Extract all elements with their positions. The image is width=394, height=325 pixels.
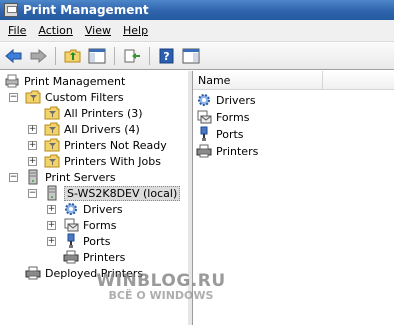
up-one-level-button[interactable] bbox=[62, 45, 84, 67]
list-item-label: Drivers bbox=[216, 93, 256, 107]
tree-label: All Printers (3) bbox=[64, 106, 143, 120]
export-list-button[interactable] bbox=[121, 45, 143, 67]
list-item-label: Ports bbox=[216, 127, 244, 141]
tree-label: Ports bbox=[83, 234, 111, 248]
tree-label: Printers bbox=[83, 250, 126, 264]
collapse-print-servers-toggle[interactable]: − bbox=[9, 173, 18, 182]
deployed-printers-icon bbox=[25, 265, 41, 281]
menu-view[interactable]: View bbox=[81, 24, 119, 37]
list-item-label: Forms bbox=[216, 110, 250, 124]
tree-label: Deployed Printers bbox=[45, 266, 144, 280]
tree-item-server-local[interactable]: S-WS2K8DEV (local) bbox=[44, 185, 181, 201]
tree-label: Drivers bbox=[83, 202, 123, 216]
tree-item-print-servers[interactable]: Print Servers bbox=[25, 169, 116, 185]
collapse-custom-filters-toggle[interactable]: − bbox=[9, 93, 18, 102]
tree-item-custom-filters[interactable]: Custom Filters bbox=[25, 89, 124, 105]
printer-icon bbox=[63, 249, 79, 265]
print-management-icon bbox=[4, 73, 20, 89]
show-hide-action-pane-button[interactable] bbox=[180, 45, 202, 67]
tree-label: Forms bbox=[83, 218, 117, 232]
svg-text:?: ? bbox=[163, 50, 169, 63]
tree-label: Custom Filters bbox=[45, 90, 124, 104]
filter-folder-icon bbox=[44, 137, 60, 153]
filter-folder-icon bbox=[25, 89, 41, 105]
toolbar-separator bbox=[114, 46, 115, 65]
tree-item-forms[interactable]: Forms bbox=[63, 217, 116, 233]
collapse-server-toggle[interactable]: − bbox=[28, 189, 37, 198]
printer-icon bbox=[196, 143, 212, 159]
list-item-ports[interactable]: Ports bbox=[196, 126, 244, 142]
server-icon bbox=[25, 169, 41, 185]
main-panes: Print Management − Custom Filters All Pr… bbox=[0, 71, 394, 325]
window-title: Print Management bbox=[23, 3, 149, 17]
list-item-drivers[interactable]: Drivers bbox=[196, 92, 256, 108]
menu-bar: File Action View Help bbox=[0, 20, 394, 42]
expand-printers-with-jobs-toggle[interactable]: + bbox=[28, 157, 37, 166]
tree-label-selected: S-WS2K8DEV (local) bbox=[64, 185, 181, 201]
console-tree-icon bbox=[88, 48, 106, 63]
menu-file[interactable]: File bbox=[4, 24, 34, 37]
tree-item-drivers[interactable]: Drivers bbox=[63, 201, 123, 217]
tree-label: Printers With Jobs bbox=[64, 154, 161, 168]
tree-item-printers-with-jobs[interactable]: Printers With Jobs bbox=[44, 153, 161, 169]
help-icon: ? bbox=[159, 48, 174, 63]
list-column-header: Name bbox=[193, 71, 394, 90]
action-pane-icon bbox=[182, 48, 200, 63]
toolbar-separator bbox=[55, 46, 56, 65]
tree-item-all-printers[interactable]: All Printers (3) bbox=[44, 105, 143, 121]
title-bar: Print Management bbox=[0, 0, 394, 20]
show-hide-console-tree-button[interactable] bbox=[86, 45, 108, 67]
folder-up-icon bbox=[64, 49, 81, 62]
expand-drivers-toggle[interactable]: + bbox=[47, 205, 56, 214]
menu-help[interactable]: Help bbox=[119, 24, 156, 37]
expand-all-drivers-toggle[interactable]: + bbox=[28, 125, 37, 134]
help-button[interactable]: ? bbox=[156, 45, 178, 67]
expand-ports-toggle[interactable]: + bbox=[47, 237, 56, 246]
tree-item-deployed-printers[interactable]: Deployed Printers bbox=[25, 265, 143, 281]
filter-folder-icon bbox=[44, 105, 60, 121]
ports-plug-icon bbox=[63, 233, 79, 249]
list-item-printers[interactable]: Printers bbox=[196, 143, 258, 159]
export-list-icon bbox=[124, 49, 140, 62]
back-button[interactable] bbox=[3, 45, 25, 67]
expand-printers-not-ready-toggle[interactable]: + bbox=[28, 141, 37, 150]
tree-item-printers-not-ready[interactable]: Printers Not Ready bbox=[44, 137, 167, 153]
tree-item-all-drivers[interactable]: All Drivers (4) bbox=[44, 121, 140, 137]
ports-plug-icon bbox=[196, 126, 212, 142]
drivers-gear-icon bbox=[63, 201, 79, 217]
tree-item-print-management[interactable]: Print Management bbox=[4, 73, 125, 89]
tree-label: Print Management bbox=[24, 74, 126, 88]
tree-label: All Drivers (4) bbox=[64, 122, 140, 136]
tree-item-printers[interactable]: Printers bbox=[63, 249, 125, 265]
server-icon bbox=[44, 185, 60, 201]
console-tree[interactable]: Print Management − Custom Filters All Pr… bbox=[0, 71, 192, 325]
toolbar: ? bbox=[0, 42, 394, 70]
results-pane: Name Drivers Forms Ports Printers bbox=[192, 71, 394, 325]
forms-envelope-icon bbox=[63, 217, 79, 233]
filter-folder-icon bbox=[44, 153, 60, 169]
back-arrow-icon bbox=[5, 48, 22, 63]
column-header-name[interactable]: Name bbox=[193, 71, 323, 89]
menu-action[interactable]: Action bbox=[34, 24, 80, 37]
toolbar-separator bbox=[149, 46, 150, 65]
tree-label: Print Servers bbox=[45, 170, 116, 184]
drivers-gear-icon bbox=[196, 92, 212, 108]
list-item-forms[interactable]: Forms bbox=[196, 109, 249, 125]
list-item-label: Printers bbox=[216, 144, 259, 158]
forward-arrow-icon bbox=[30, 48, 47, 63]
expand-forms-toggle[interactable]: + bbox=[47, 221, 56, 230]
tree-item-ports[interactable]: Ports bbox=[63, 233, 111, 249]
print-management-app-icon bbox=[4, 3, 18, 17]
tree-label: Printers Not Ready bbox=[64, 138, 167, 152]
forms-envelope-icon bbox=[196, 109, 212, 125]
filter-folder-icon bbox=[44, 121, 60, 137]
forward-button[interactable] bbox=[27, 45, 49, 67]
